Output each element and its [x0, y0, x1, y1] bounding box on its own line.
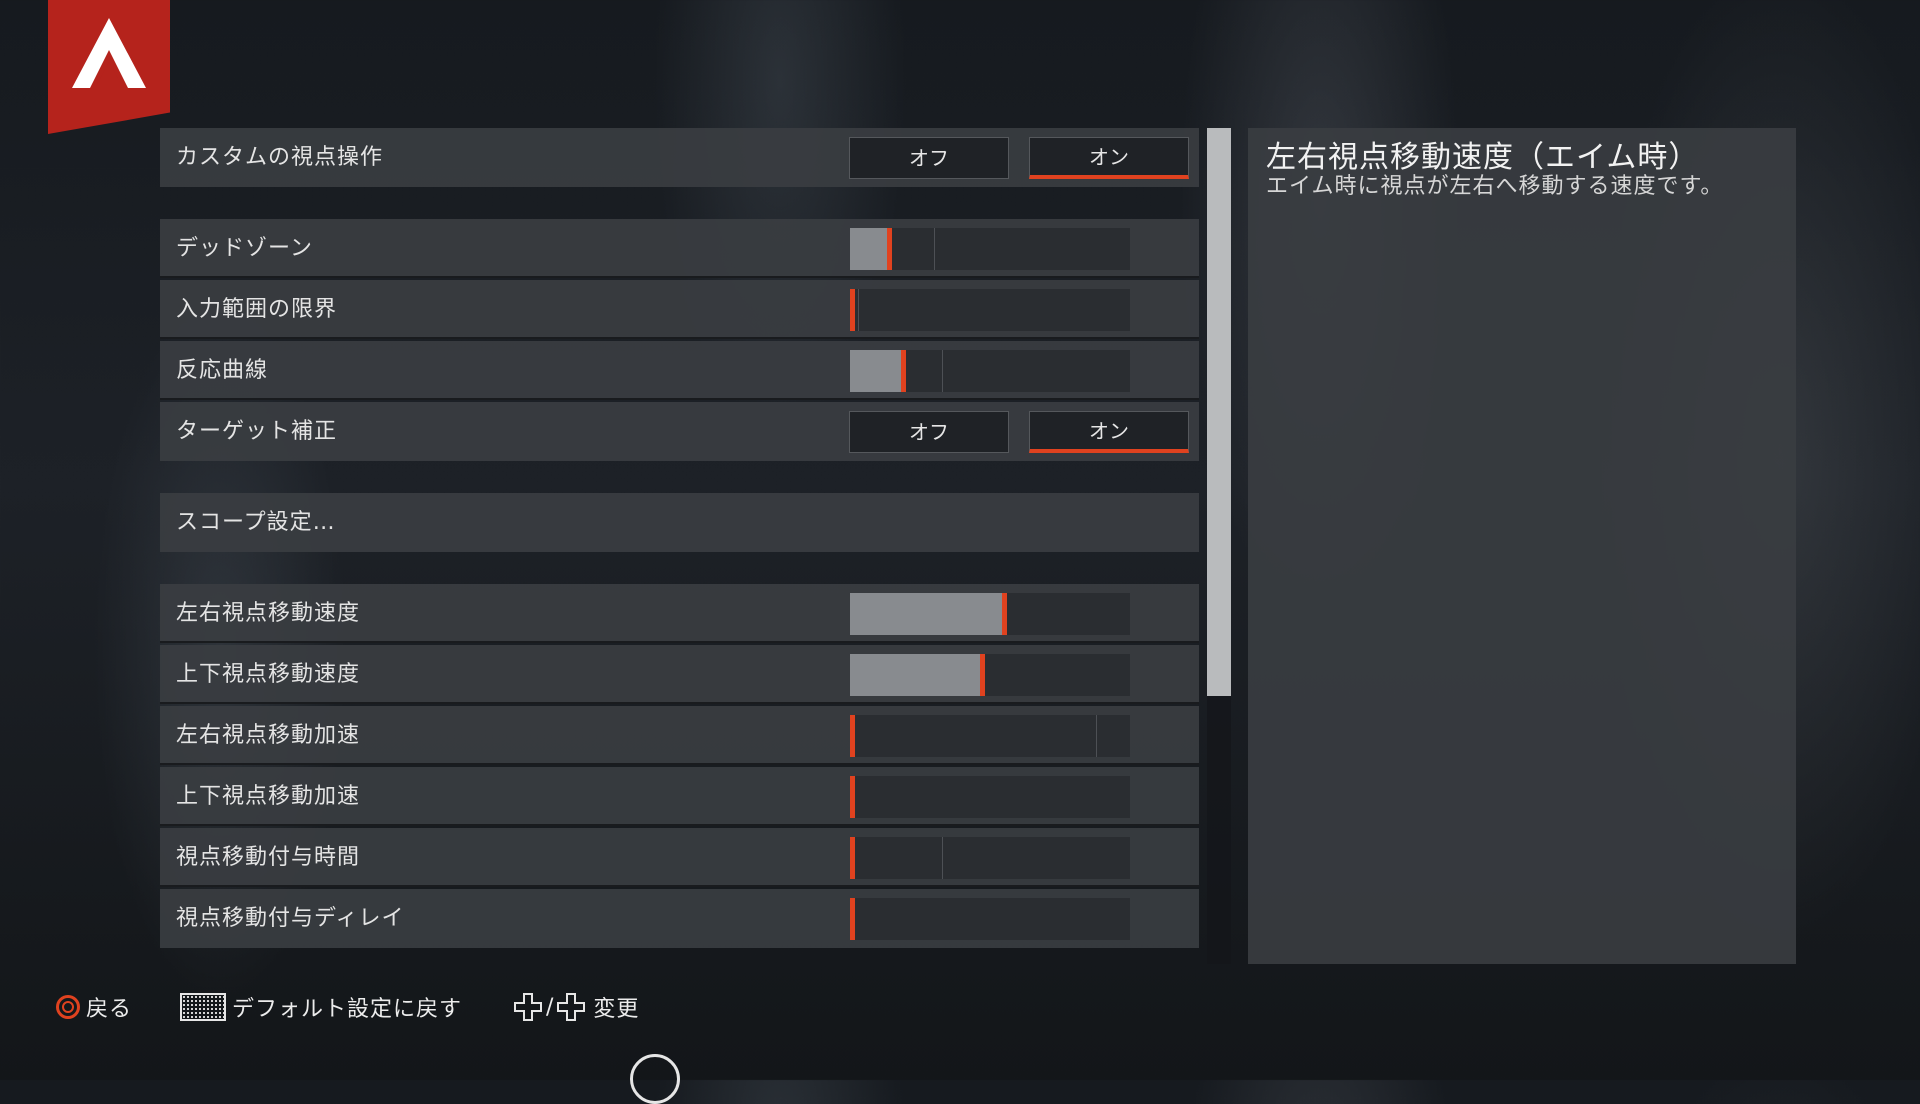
setting-row-outer-threshold[interactable]: 入力範囲の限界	[160, 280, 1199, 339]
slider-fill	[850, 228, 889, 270]
slider-default-marker	[942, 350, 943, 392]
scrollbar-thumb[interactable]	[1207, 128, 1231, 696]
slider-handle[interactable]	[850, 776, 855, 818]
slider-fill	[850, 654, 982, 696]
ramp-time-slider[interactable]	[850, 837, 1130, 879]
pitch-speed-slider[interactable]	[850, 654, 1130, 696]
setting-row-pitch-ramp[interactable]: 上下視点移動加速	[160, 767, 1199, 826]
slider-fill	[850, 593, 1004, 635]
slider-handle[interactable]	[980, 654, 985, 696]
setting-row-ramp-time[interactable]: 視点移動付与時間	[160, 828, 1199, 887]
change-label: 変更	[593, 997, 640, 1022]
setting-row-deadzone[interactable]: デッドゾーン	[160, 219, 1199, 278]
yaw-speed-slider[interactable]	[850, 593, 1130, 635]
touchpad-icon	[180, 993, 226, 1021]
outer-threshold-slider[interactable]	[850, 289, 1130, 331]
setting-row-response-curve[interactable]: 反応曲線	[160, 341, 1199, 400]
deadzone-slider[interactable]	[850, 228, 1130, 270]
setting-row-ramp-delay[interactable]: 視点移動付与ディレイ	[160, 889, 1199, 948]
change-separator: /	[546, 994, 554, 1020]
setting-label: 反応曲線	[176, 358, 269, 383]
dpad-icon	[557, 993, 586, 1021]
target-compensation-off-button[interactable]: オフ	[849, 411, 1009, 453]
slider-handle[interactable]	[1002, 593, 1007, 635]
slider-handle[interactable]	[850, 837, 855, 879]
back-prompt[interactable]: 戻る	[56, 990, 132, 1024]
apex-logo	[48, 0, 170, 134]
slider-fill	[850, 350, 903, 392]
custom-look-off-button[interactable]: オフ	[849, 137, 1009, 179]
custom-look-on-button[interactable]: オン	[1029, 137, 1189, 179]
reset-defaults-label: デフォルト設定に戻す	[232, 997, 463, 1022]
back-label: 戻る	[86, 997, 133, 1022]
slider-handle[interactable]	[850, 715, 855, 757]
setting-row-yaw-ramp[interactable]: 左右視点移動加速	[160, 706, 1199, 765]
setting-label: 上下視点移動加速	[176, 784, 361, 809]
setting-row-target-compensation: ターゲット補正 オフ オン	[160, 402, 1199, 461]
setting-label: ターゲット補正	[176, 419, 338, 444]
description-panel: 左右視点移動速度（エイム時） エイム時に視点が左右へ移動する速度です。	[1248, 128, 1796, 964]
cursor-ring-icon	[630, 1054, 680, 1104]
response-curve-slider[interactable]	[850, 350, 1130, 392]
target-compensation-on-button[interactable]: オン	[1029, 411, 1189, 453]
slider-handle[interactable]	[850, 898, 855, 940]
yaw-ramp-slider[interactable]	[850, 715, 1130, 757]
setting-label: 視点移動付与ディレイ	[176, 906, 405, 931]
slider-handle[interactable]	[850, 289, 855, 331]
slider-handle[interactable]	[901, 350, 906, 392]
slider-default-marker	[934, 228, 935, 270]
setting-label: 上下視点移動速度	[176, 662, 361, 687]
scope-settings-button[interactable]: スコープ設定…	[160, 493, 1199, 552]
apex-logo-icon	[72, 18, 146, 88]
slider-handle[interactable]	[887, 228, 892, 270]
setting-label: 入力範囲の限界	[176, 297, 338, 322]
reset-defaults-prompt[interactable]: デフォルト設定に戻す	[180, 990, 462, 1024]
setting-label: 視点移動付与時間	[176, 845, 361, 870]
setting-label: 左右視点移動速度	[176, 601, 361, 626]
slider-default-marker	[942, 837, 943, 879]
pitch-ramp-slider[interactable]	[850, 776, 1130, 818]
dpad-icon	[514, 993, 542, 1021]
description-text: エイム時に視点が左右へ移動する速度です。	[1266, 174, 1724, 199]
setting-label: スコープ設定…	[176, 510, 336, 535]
slider-default-marker	[858, 289, 859, 331]
setting-label: デッドゾーン	[176, 236, 313, 261]
settings-scrollbar[interactable]	[1207, 128, 1231, 964]
change-prompt[interactable]: / 変更	[512, 990, 639, 1024]
ramp-delay-slider[interactable]	[850, 898, 1130, 940]
setting-row-custom-look: カスタムの視点操作 オフ オン	[160, 128, 1199, 187]
slider-default-marker	[1096, 715, 1097, 757]
setting-label: カスタムの視点操作	[176, 145, 384, 170]
setting-row-yaw-speed[interactable]: 左右視点移動速度	[160, 584, 1199, 643]
setting-row-pitch-speed[interactable]: 上下視点移動速度	[160, 645, 1199, 704]
setting-label: 左右視点移動加速	[176, 723, 361, 748]
circle-button-icon	[56, 995, 80, 1019]
